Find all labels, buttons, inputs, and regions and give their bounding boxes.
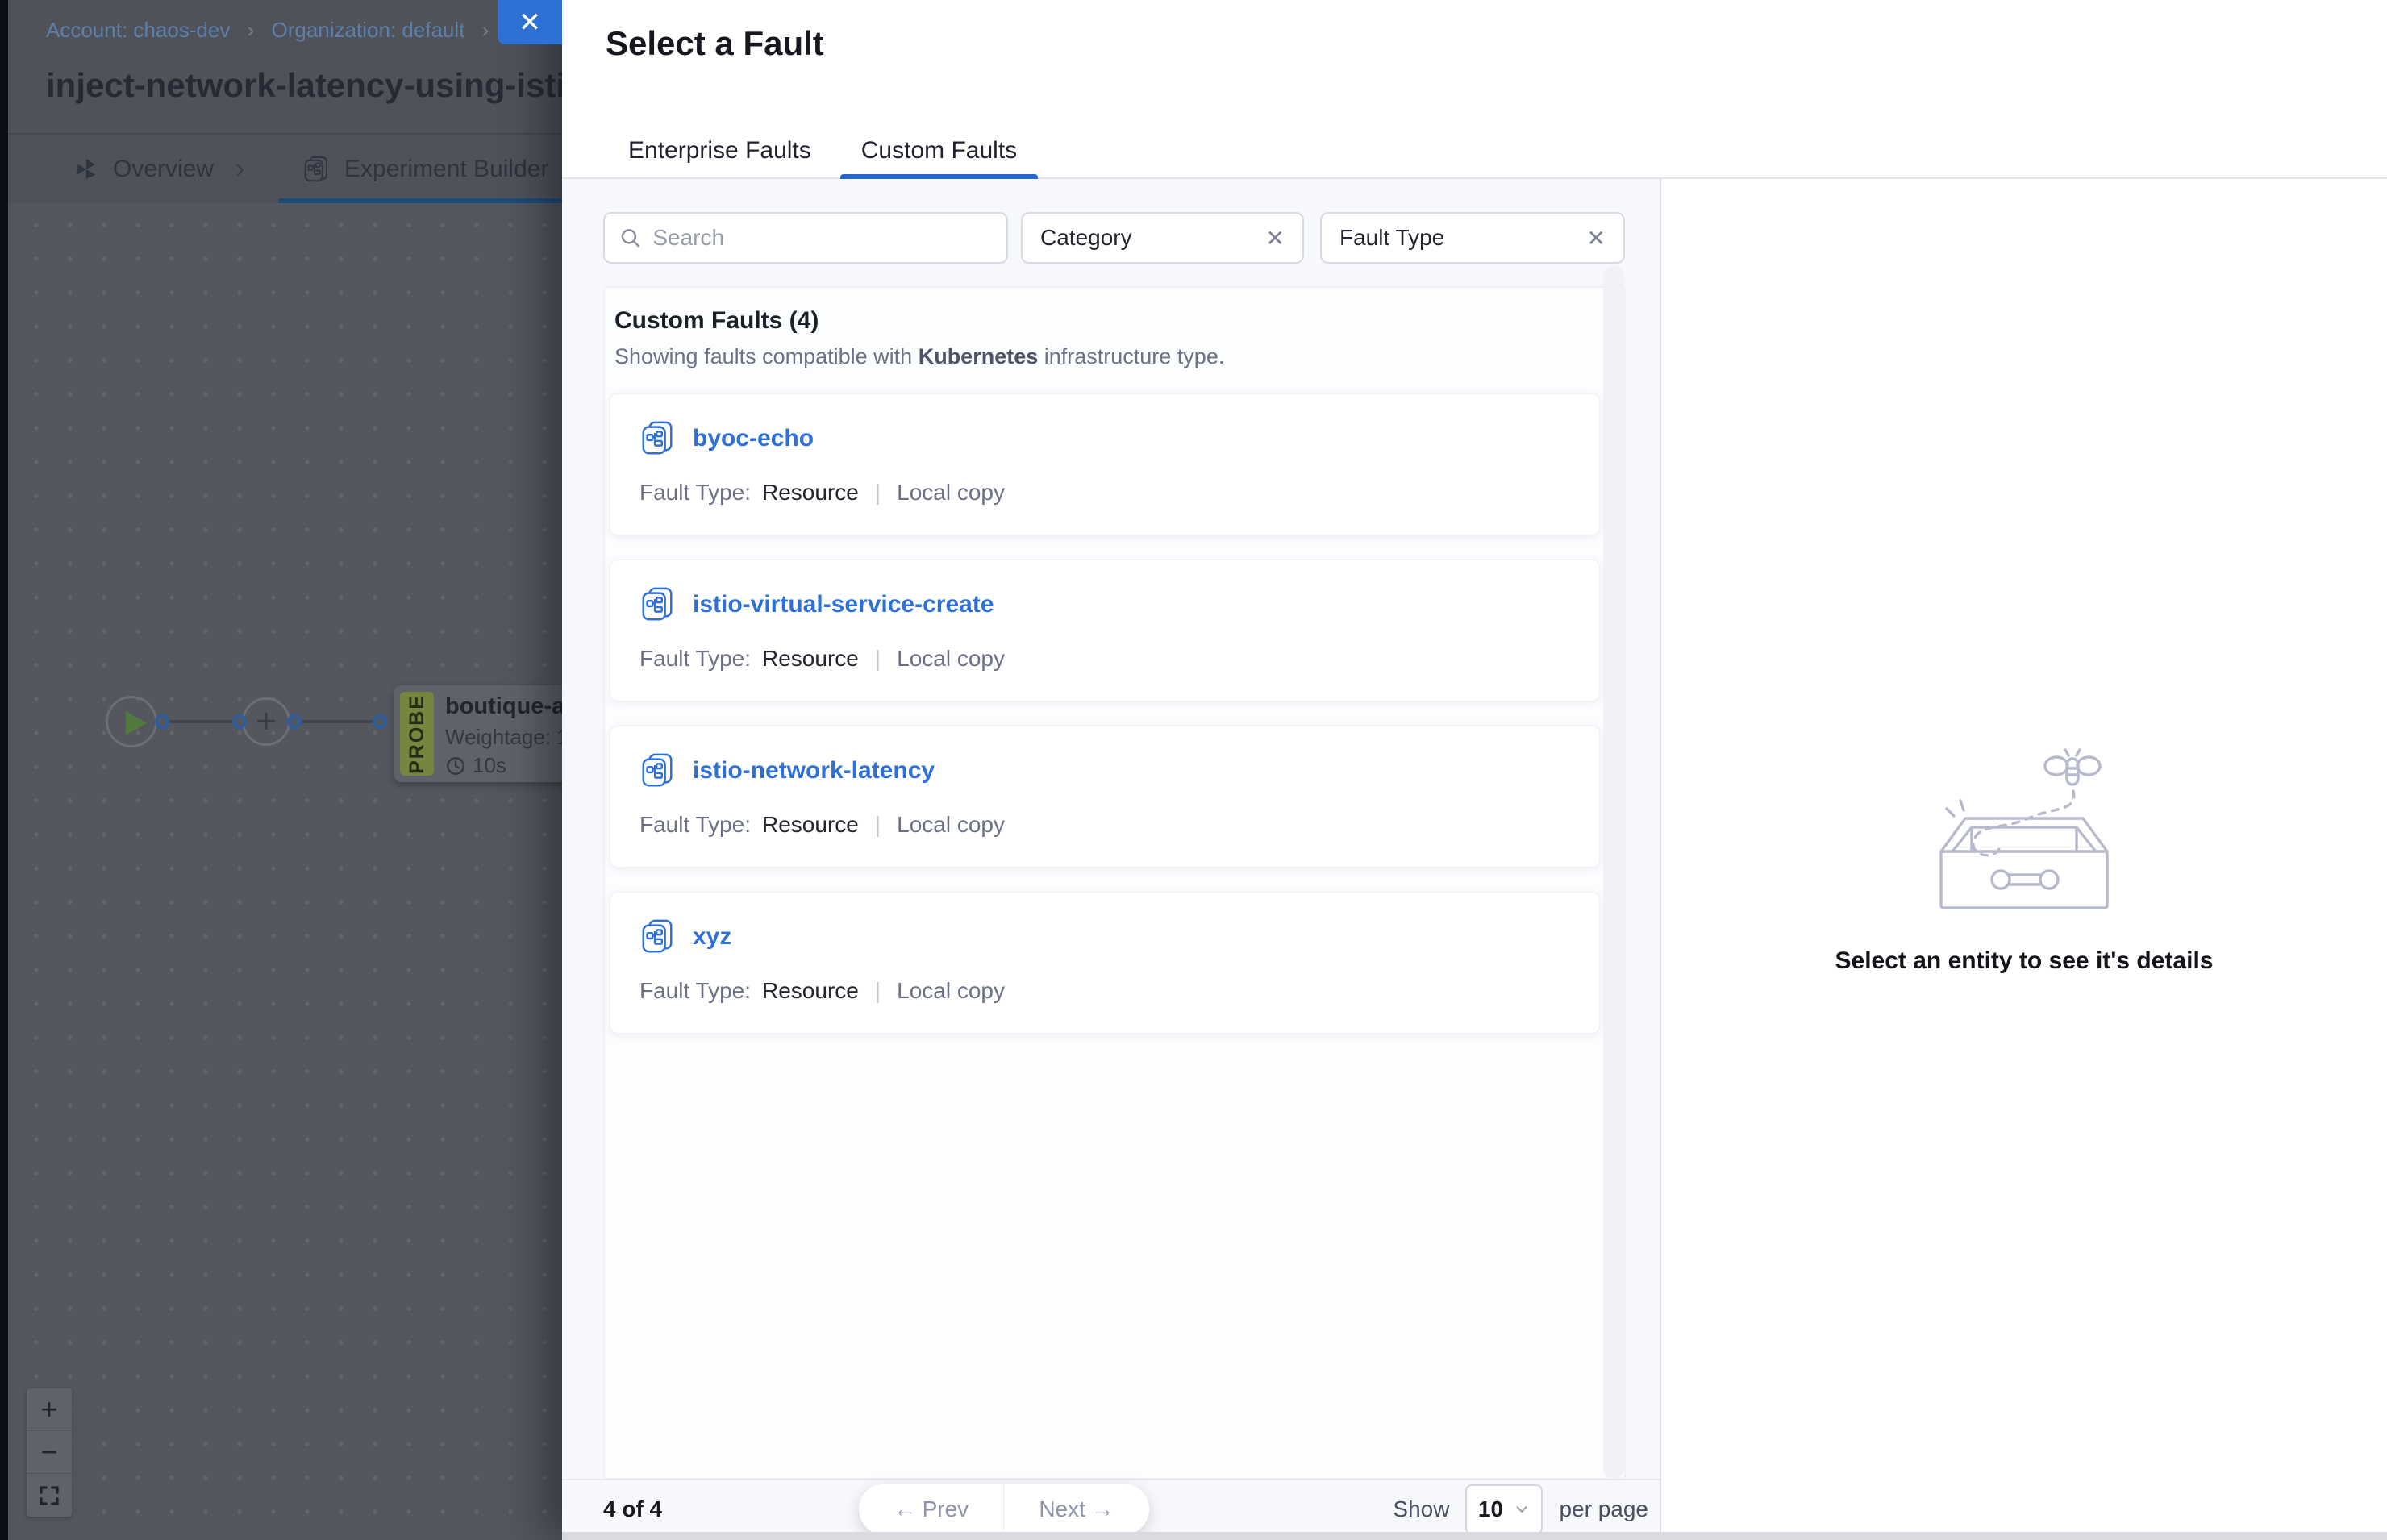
fault-name-link[interactable]: byoc-echo <box>693 425 814 452</box>
fault-card[interactable]: xyz Fault Type: Resource | Local copy <box>610 892 1600 1034</box>
probe-node-duration: 10s <box>473 753 506 778</box>
search-icon <box>619 226 641 250</box>
left-nav-rail <box>0 0 8 1540</box>
list-head: Custom Faults (4) Showing faults compati… <box>614 307 1600 369</box>
tab-experiment-builder[interactable]: Experiment Builder <box>286 135 564 203</box>
fault-meta: Fault Type: Resource | Local copy <box>639 480 1570 506</box>
pipeline-start-node[interactable] <box>106 696 157 747</box>
drawer-title: Select a Fault <box>606 24 824 63</box>
list-scrollbar[interactable] <box>1603 266 1624 1479</box>
fault-icon <box>639 918 677 955</box>
edge-port <box>287 714 302 729</box>
result-count: 4 of 4 <box>603 1496 662 1522</box>
tab-custom-faults[interactable]: Custom Faults <box>840 123 1038 179</box>
list-heading: Custom Faults (4) <box>614 307 1600 335</box>
close-icon: ✕ <box>519 6 542 39</box>
tab-enterprise-faults[interactable]: Enterprise Faults <box>607 123 832 179</box>
clock-icon <box>445 755 466 776</box>
probe-node-weightage: Weightage: 10 <box>445 725 580 750</box>
plus-icon: + <box>256 701 277 742</box>
play-icon <box>126 711 147 735</box>
next-page-button[interactable]: Next → <box>1004 1484 1149 1535</box>
zoom-in-button[interactable]: + <box>27 1388 72 1431</box>
list-footer: 4 of 4 ← Prev Next → Show 10 per page <box>562 1479 1660 1540</box>
pipeline-edge <box>161 720 239 723</box>
zoom-out-button[interactable]: − <box>27 1431 72 1474</box>
page-size-control: Show 10 per page <box>1393 1482 1648 1537</box>
chaos-pinwheel-icon <box>73 156 100 183</box>
drawer-header: Select a Fault Enterprise Faults Custom … <box>562 0 2387 179</box>
fault-icon <box>639 420 677 457</box>
list-subtitle: Showing faults compatible with Kubernete… <box>614 344 1600 369</box>
page-size-select[interactable]: 10 <box>1465 1484 1543 1534</box>
edge-port <box>232 714 247 729</box>
fault-card[interactable]: istio-virtual-service-create Fault Type:… <box>610 560 1600 701</box>
list-controls: Category ✕ Fault Type ✕ <box>603 212 1625 264</box>
fullscreen-icon <box>37 1484 61 1508</box>
page-size-value: 10 <box>1478 1496 1503 1522</box>
fault-card[interactable]: byoc-echo Fault Type: Resource | Local c… <box>610 393 1600 535</box>
fault-type-filter-label: Fault Type <box>1339 225 1444 251</box>
breadcrumb-separator-icon: › <box>248 18 255 42</box>
pipeline-edge <box>297 720 379 723</box>
app-root: Account: chaos-dev › Organization: defau… <box>0 0 2387 1540</box>
prev-page-button[interactable]: ← Prev <box>859 1484 1004 1535</box>
clear-category-icon[interactable]: ✕ <box>1266 225 1285 252</box>
close-drawer-button[interactable]: ✕ <box>498 0 562 44</box>
experiment-builder-icon <box>302 155 331 184</box>
fault-name-link[interactable]: xyz <box>693 923 731 951</box>
tab-overview-label: Overview <box>113 156 214 183</box>
breadcrumb-account-link[interactable]: Account: chaos-dev <box>46 18 230 42</box>
breadcrumb-org-link[interactable]: Organization: default <box>272 18 465 42</box>
clear-fault-type-icon[interactable]: ✕ <box>1587 225 1606 252</box>
show-label: Show <box>1393 1496 1449 1522</box>
fault-icon <box>639 586 677 623</box>
per-page-label: per page <box>1559 1496 1648 1522</box>
fault-name-link[interactable]: istio-virtual-service-create <box>693 591 994 618</box>
fault-detail-panel: Select an entity to see it's details <box>1660 179 2387 1540</box>
breadcrumb: Account: chaos-dev › Organization: defau… <box>46 18 520 43</box>
empty-box-illustration <box>1925 744 2123 914</box>
edge-port <box>373 714 387 729</box>
breadcrumb-separator-icon: › <box>482 18 489 42</box>
fault-list-panel: Category ✕ Fault Type ✕ Custom Faults (4… <box>562 179 1660 1540</box>
fault-icon <box>639 752 677 789</box>
fault-meta: Fault Type: Resource | Local copy <box>639 812 1570 838</box>
fault-tabs: Enterprise Faults Custom Faults <box>607 123 1046 179</box>
probe-badge: PROBE <box>400 692 434 776</box>
add-step-node[interactable]: + <box>242 697 290 746</box>
tab-chevron-icon: › <box>235 135 244 203</box>
experiment-title: inject-network-latency-using-isti <box>46 66 565 105</box>
search-box <box>603 212 1008 264</box>
custom-faults-list: Custom Faults (4) Showing faults compati… <box>603 286 1626 1480</box>
search-input[interactable] <box>652 225 992 251</box>
fault-card[interactable]: istio-network-latency Fault Type: Resour… <box>610 726 1600 868</box>
empty-state-text: Select an entity to see it's details <box>1835 947 2214 975</box>
probe-node-title: boutique-ap <box>445 693 580 720</box>
probe-node-info: boutique-ap Weightage: 10 10s <box>445 693 580 778</box>
category-filter-label: Category <box>1040 225 1132 251</box>
select-fault-drawer: ✕ Select a Fault Enterprise Faults Custo… <box>562 0 2387 1540</box>
fault-type-filter[interactable]: Fault Type ✕ <box>1320 212 1625 264</box>
category-filter[interactable]: Category ✕ <box>1021 212 1304 264</box>
fault-meta: Fault Type: Resource | Local copy <box>639 646 1570 672</box>
tab-experiment-builder-label: Experiment Builder <box>344 156 548 183</box>
fault-meta: Fault Type: Resource | Local copy <box>639 978 1570 1004</box>
chevron-down-icon <box>1513 1500 1531 1518</box>
fit-to-screen-button[interactable] <box>27 1474 72 1517</box>
tab-overview[interactable]: Overview <box>73 135 214 203</box>
edge-port <box>155 714 169 729</box>
fault-name-link[interactable]: istio-network-latency <box>693 757 935 785</box>
canvas-zoom-controls: + − <box>27 1388 72 1517</box>
pagination: ← Prev Next → <box>859 1484 1149 1535</box>
bottom-scrollbar-strip[interactable] <box>562 1532 2387 1540</box>
